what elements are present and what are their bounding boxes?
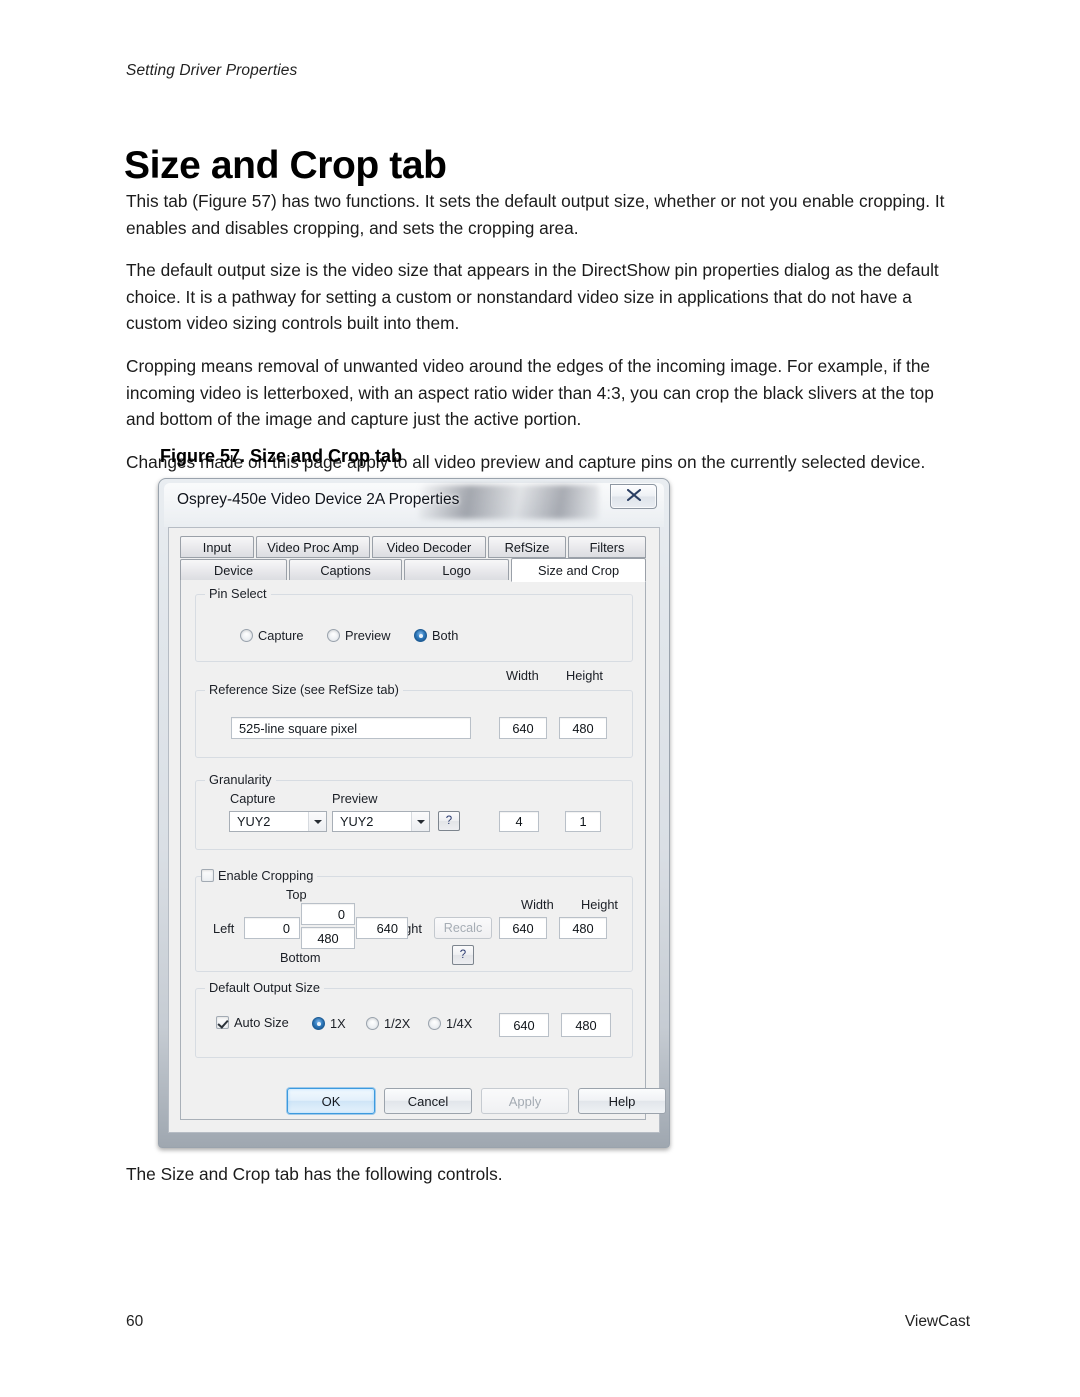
paragraph-2: The default output size is the video siz…	[126, 260, 939, 334]
radio-both-indicator	[414, 629, 427, 642]
reference-size-height[interactable]: 480	[559, 717, 607, 739]
granularity-capture-label: Capture	[230, 791, 276, 806]
crop-left-label: Left	[213, 921, 235, 936]
crop-top-label: Top	[286, 887, 307, 902]
tab-row-2: Device Captions Logo Size and Crop	[180, 558, 646, 582]
reference-size-width[interactable]: 640	[499, 717, 547, 739]
properties-dialog: Osprey-450e Video Device 2A Properties I…	[158, 478, 670, 1148]
auto-size-checkbox-row[interactable]: Auto Size	[216, 1015, 289, 1030]
crop-width-label: Width	[521, 897, 554, 912]
tab-strip: Input Video Proc Amp Video Decoder RefSi…	[180, 536, 646, 582]
crop-left-value[interactable]: 0	[244, 917, 300, 939]
radio-preview-indicator	[327, 629, 340, 642]
granularity-preview-select[interactable]: YUY2	[332, 811, 430, 832]
radio-scale-half-label: 1/2X	[384, 1016, 411, 1031]
group-default-output-size: Default Output Size Auto Size 1X 1/2X 1/…	[195, 980, 633, 1058]
crop-bottom-value[interactable]: 480	[301, 927, 355, 949]
page-title: Size and Crop tab	[124, 144, 447, 188]
radio-capture-label: Capture	[258, 628, 304, 643]
cropping-help-button[interactable]: ?	[452, 945, 474, 965]
crop-height-value[interactable]: 480	[559, 917, 607, 939]
tab-row-1: Input Video Proc Amp Video Decoder RefSi…	[180, 536, 646, 558]
default-output-width[interactable]: 640	[499, 1013, 549, 1037]
chevron-down-icon	[308, 812, 326, 831]
granularity-help-button[interactable]: ?	[438, 811, 460, 831]
ok-button[interactable]: OK	[287, 1088, 375, 1114]
radio-capture[interactable]: Capture	[240, 628, 304, 643]
help-button[interactable]: Help	[578, 1088, 666, 1114]
dialog-button-bar: OK Cancel Apply Help	[169, 1088, 666, 1122]
radio-scale-quarter[interactable]: 1/4X	[428, 1016, 472, 1031]
radio-both-label: Both	[432, 628, 459, 643]
group-default-output-size-title: Default Output Size	[205, 980, 324, 995]
granularity-preview-value: YUY2	[340, 814, 374, 829]
group-enable-cropping: Enable Cropping Top Bottom Left Right Wi…	[195, 868, 633, 972]
crop-top-value[interactable]: 0	[301, 903, 355, 925]
radio-scale-half-indicator	[366, 1017, 379, 1030]
radio-scale-1x-label: 1X	[330, 1016, 346, 1031]
tab-logo[interactable]: Logo	[404, 559, 510, 581]
cancel-button[interactable]: Cancel	[384, 1088, 472, 1114]
footer-page-number: 60	[126, 1313, 144, 1330]
radio-scale-quarter-label: 1/4X	[446, 1016, 473, 1031]
refsize-width-label: Width	[506, 668, 539, 683]
dialog-title: Osprey-450e Video Device 2A Properties	[177, 491, 460, 508]
paragraph-1: This tab (Figure 57) has two functions. …	[126, 191, 945, 238]
radio-scale-quarter-indicator	[428, 1017, 441, 1030]
tab-refsize[interactable]: RefSize	[488, 536, 566, 558]
radio-preview-label: Preview	[345, 628, 391, 643]
paragraph-3: Cropping means removal of unwanted video…	[126, 355, 934, 430]
radio-preview[interactable]: Preview	[327, 628, 391, 643]
group-reference-size-title: Reference Size (see RefSize tab)	[205, 682, 403, 697]
tab-video-proc-amp[interactable]: Video Proc Amp	[256, 536, 370, 558]
tab-size-and-crop[interactable]: Size and Crop	[511, 558, 646, 582]
auto-size-checkbox[interactable]	[216, 1016, 229, 1029]
refsize-height-label: Height	[566, 668, 603, 683]
radio-scale-1x[interactable]: 1X	[312, 1016, 346, 1031]
crop-width-value[interactable]: 640	[499, 917, 547, 939]
tab-device[interactable]: Device	[180, 559, 288, 581]
crop-bottom-label: Bottom	[280, 950, 321, 965]
tail-text: The Size and Crop tab has the following …	[126, 1164, 503, 1184]
dialog-client-area: Input Video Proc Amp Video Decoder RefSi…	[168, 527, 666, 1133]
auto-size-label: Auto Size	[234, 1015, 289, 1030]
tab-captions[interactable]: Captions	[289, 559, 403, 581]
default-output-height[interactable]: 480	[561, 1013, 611, 1037]
tab-filters[interactable]: Filters	[568, 536, 646, 558]
granularity-width-value[interactable]: 4	[499, 811, 539, 832]
granularity-capture-select[interactable]: YUY2	[229, 811, 327, 832]
close-button[interactable]	[610, 484, 657, 509]
enable-cropping-label: Enable Cropping	[218, 868, 314, 883]
radio-capture-indicator	[240, 629, 253, 642]
group-pin-select-title: Pin Select	[205, 586, 271, 601]
recalc-button[interactable]: Recalc	[434, 917, 492, 939]
close-icon	[626, 488, 641, 506]
group-reference-size: Reference Size (see RefSize tab) 525-lin…	[195, 682, 633, 758]
granularity-capture-value: YUY2	[237, 814, 271, 829]
apply-button: Apply	[481, 1088, 569, 1114]
radio-scale-half[interactable]: 1/2X	[366, 1016, 410, 1031]
group-pin-select: Pin Select Capture Preview Both	[195, 586, 633, 662]
crop-height-label: Height	[581, 897, 618, 912]
tab-input[interactable]: Input	[180, 536, 254, 558]
group-granularity: Granularity Capture Preview YUY2 YUY2 ? …	[195, 772, 633, 850]
radio-scale-1x-indicator	[312, 1017, 325, 1030]
running-head: Setting Driver Properties	[126, 62, 298, 79]
granularity-height-value[interactable]: 1	[565, 811, 601, 832]
enable-cropping-checkbox[interactable]	[201, 869, 214, 882]
group-granularity-title: Granularity	[205, 772, 276, 787]
tab-panel-size-and-crop: Pin Select Capture Preview Both Width He…	[180, 580, 646, 1120]
chevron-down-icon	[411, 812, 429, 831]
granularity-preview-label: Preview	[332, 791, 378, 806]
reference-size-value[interactable]: 525-line square pixel	[231, 717, 471, 739]
tab-video-decoder[interactable]: Video Decoder	[372, 536, 486, 558]
crop-right-value[interactable]: 640	[356, 917, 408, 939]
figure-caption: Figure 57. Size and Crop tab	[160, 446, 403, 466]
radio-both[interactable]: Both	[414, 628, 458, 643]
group-enable-cropping-title[interactable]: Enable Cropping	[201, 868, 318, 883]
footer-brand: ViewCast	[904, 1313, 970, 1330]
